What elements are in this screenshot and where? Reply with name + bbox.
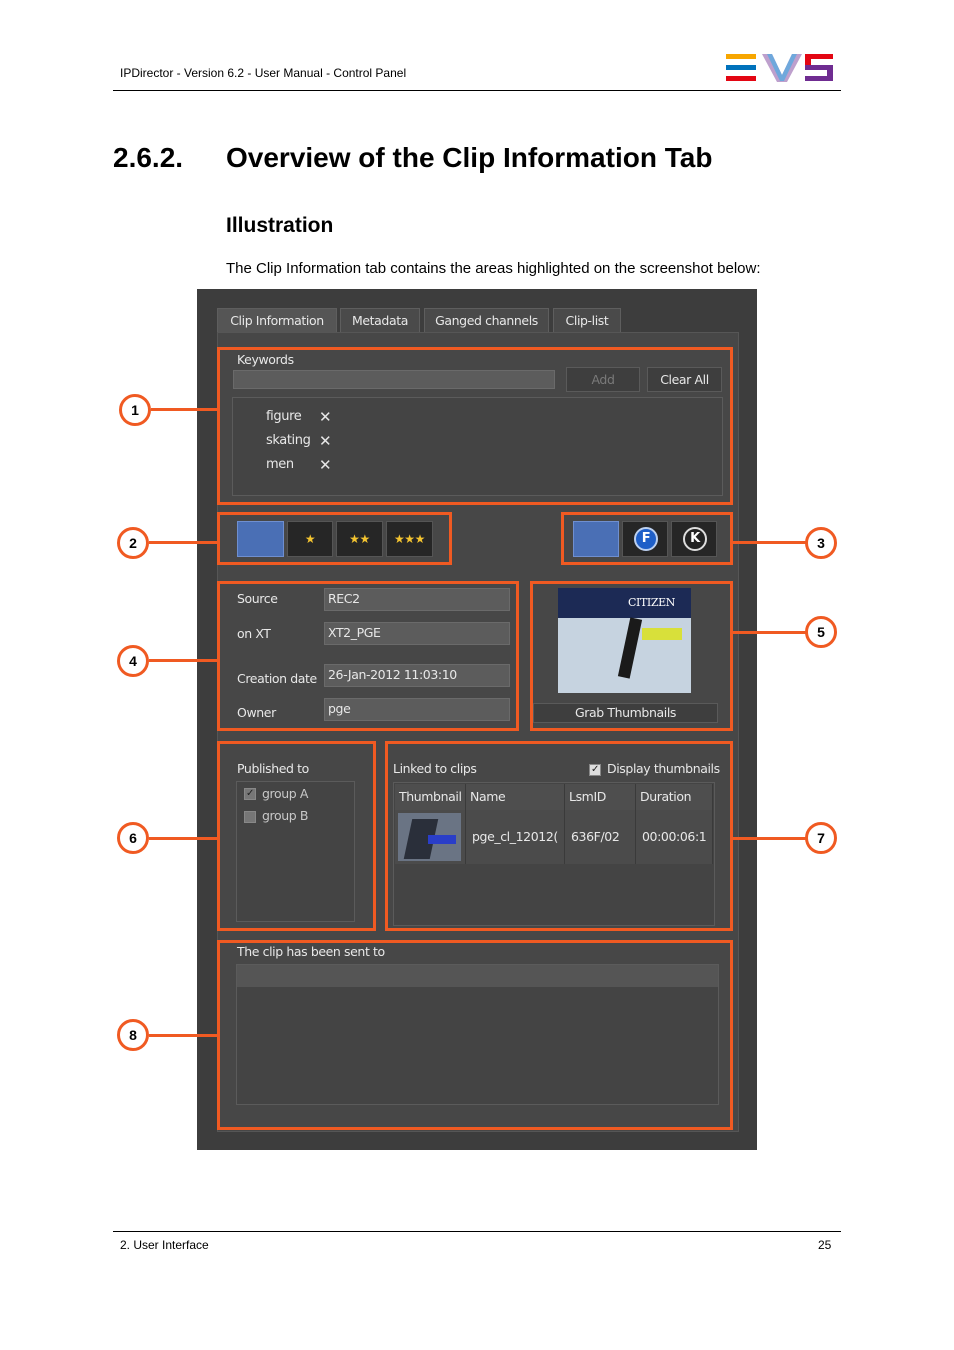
- highlight-area-5: [530, 581, 733, 731]
- callout-3: 3: [805, 527, 837, 559]
- tab-metadata[interactable]: Metadata: [340, 308, 420, 332]
- highlight-area-2: [217, 512, 452, 565]
- highlight-area-4: [217, 581, 519, 731]
- highlight-area-1: [217, 347, 733, 505]
- callout-line-5: [732, 631, 806, 634]
- highlight-area-3: [561, 512, 733, 565]
- evs-logo: [726, 54, 833, 82]
- callout-line-8: [149, 1034, 218, 1037]
- section-number: 2.6.2.: [113, 142, 184, 173]
- tab-ganged-channels[interactable]: Ganged channels: [424, 308, 549, 332]
- callout-line-2: [149, 541, 218, 544]
- callout-2: 2: [117, 527, 149, 559]
- highlight-area-7: [385, 741, 733, 931]
- callout-line-1: [151, 408, 218, 411]
- intro-paragraph: The Clip Information tab contains the ar…: [226, 260, 761, 277]
- callout-line-6: [149, 837, 218, 840]
- page-number: 25: [818, 1238, 832, 1252]
- footer-section: 2. User Interface: [120, 1238, 209, 1252]
- callout-4: 4: [117, 645, 149, 677]
- callout-7: 7: [805, 822, 837, 854]
- callout-line-3: [732, 541, 806, 544]
- highlight-area-6: [217, 741, 376, 931]
- callout-5: 5: [805, 616, 837, 648]
- section-title: Overview of the Clip Information Tab: [226, 142, 713, 173]
- highlight-area-8: [217, 940, 733, 1130]
- callout-1: 1: [119, 394, 151, 426]
- callout-line-4: [149, 659, 218, 662]
- callout-6: 6: [117, 822, 149, 854]
- tab-clip-information[interactable]: Clip Information: [217, 308, 337, 332]
- callout-8: 8: [117, 1019, 149, 1051]
- header-rule: [113, 90, 841, 91]
- footer-rule: [113, 1231, 841, 1232]
- subheading: Illustration: [226, 214, 334, 237]
- callout-line-7: [732, 837, 806, 840]
- tab-clip-list[interactable]: Clip-list: [553, 308, 621, 332]
- running-header: IPDirector - Version 6.2 - User Manual -…: [120, 66, 407, 80]
